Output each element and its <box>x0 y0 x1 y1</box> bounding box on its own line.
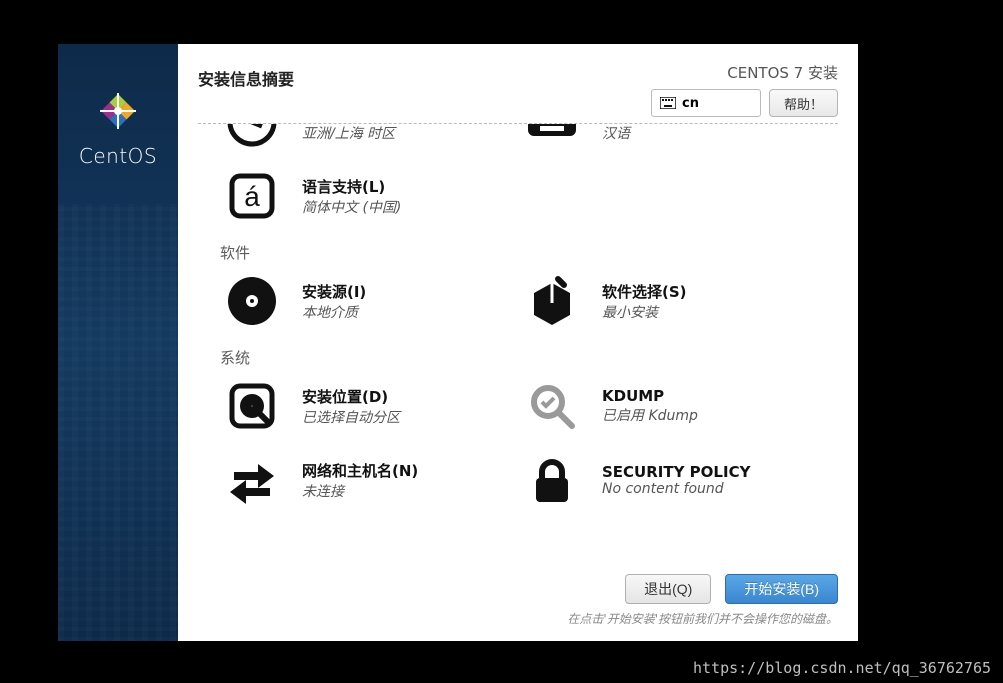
spoke-status: 简体中文 (中国) <box>302 197 401 217</box>
language-icon: á <box>224 168 280 224</box>
arrows-icon <box>224 452 280 508</box>
centos-logo-icon <box>91 84 145 138</box>
hard-drive-icon <box>224 378 280 434</box>
spoke-status: 最小安装 <box>602 302 687 322</box>
lock-icon <box>524 452 580 508</box>
help-button[interactable]: 帮助！ <box>769 89 838 117</box>
spoke-network[interactable]: 网络和主机名(N) 未连接 <box>224 452 524 508</box>
spoke-status: 汉语 <box>602 123 657 143</box>
spoke-title: 软件选择(S) <box>602 281 687 302</box>
category-system: 系统 <box>220 347 838 368</box>
brand-name: CentOS <box>79 144 157 168</box>
keyboard-layout-selector[interactable]: cn <box>651 89 761 117</box>
clock-icon <box>224 123 280 150</box>
spoke-status: 已启用 Kdump <box>602 405 698 425</box>
topbar: 安装信息摘要 CENTOS 7 安装 cn 帮助！ <box>198 62 838 117</box>
spoke-security-policy[interactable]: SECURITY POLICY No content found <box>524 452 824 508</box>
footer-hint: 在点击'开始安装'按钮前我们并不会操作您的磁盘。 <box>567 610 838 627</box>
package-icon <box>524 273 580 329</box>
sidebar-texture <box>58 204 178 641</box>
spoke-title: SECURITY POLICY <box>602 463 750 481</box>
spoke-title: KDUMP <box>602 387 698 405</box>
quit-button[interactable]: 退出(Q) <box>625 574 711 604</box>
footer: 退出(Q) 开始安装(B) 在点击'开始安装'按钮前我们并不会操作您的磁盘。 <box>198 564 838 627</box>
spoke-language[interactable]: á 语言支持(L) 简体中文 (中国) <box>224 168 524 224</box>
spoke-scroll-area[interactable]: 日期和时间(T) 亚洲/上海 时区 键盘(K) <box>198 123 838 564</box>
keyboard-large-icon <box>524 123 580 150</box>
spoke-title: 网络和主机名(N) <box>302 460 418 481</box>
spoke-status: No content found <box>602 481 750 497</box>
spoke-status: 未连接 <box>302 481 418 501</box>
product-label: CENTOS 7 安装 <box>727 62 838 83</box>
spoke-keyboard[interactable]: 键盘(K) 汉语 <box>524 123 824 150</box>
spoke-install-source[interactable]: 安装源(I) 本地介质 <box>224 273 524 329</box>
sidebar: CentOS <box>58 44 178 641</box>
spoke-title: 安装位置(D) <box>302 386 400 407</box>
page-title: 安装信息摘要 <box>198 62 294 90</box>
main-panel: 安装信息摘要 CENTOS 7 安装 cn 帮助！ <box>178 44 858 641</box>
spoke-status: 本地介质 <box>302 302 366 322</box>
keyboard-icon <box>660 97 676 109</box>
begin-install-button[interactable]: 开始安装(B) <box>725 574 838 604</box>
svg-text:á: á <box>244 181 260 212</box>
disc-icon <box>224 273 280 329</box>
spoke-install-destination[interactable]: 安装位置(D) 已选择自动分区 <box>224 378 524 434</box>
category-software: 软件 <box>220 242 838 263</box>
spoke-kdump[interactable]: KDUMP 已启用 Kdump <box>524 378 824 434</box>
watermark: https://blog.csdn.net/qq_36762765 <box>693 659 991 677</box>
spoke-datetime[interactable]: 日期和时间(T) 亚洲/上海 时区 <box>224 123 524 150</box>
spoke-status: 已选择自动分区 <box>302 407 400 427</box>
spoke-title: 安装源(I) <box>302 281 366 302</box>
installer-window: CentOS 安装信息摘要 CENTOS 7 安装 cn 帮助！ <box>58 44 858 641</box>
brand-logo: CentOS <box>79 84 157 168</box>
magnifier-icon <box>524 378 580 434</box>
spoke-title: 语言支持(L) <box>302 176 401 197</box>
top-right-controls: CENTOS 7 安装 cn 帮助！ <box>651 62 838 117</box>
keyboard-layout-code: cn <box>682 96 699 111</box>
spoke-software-selection[interactable]: 软件选择(S) 最小安装 <box>524 273 824 329</box>
spoke-status: 亚洲/上海 时区 <box>302 123 401 143</box>
